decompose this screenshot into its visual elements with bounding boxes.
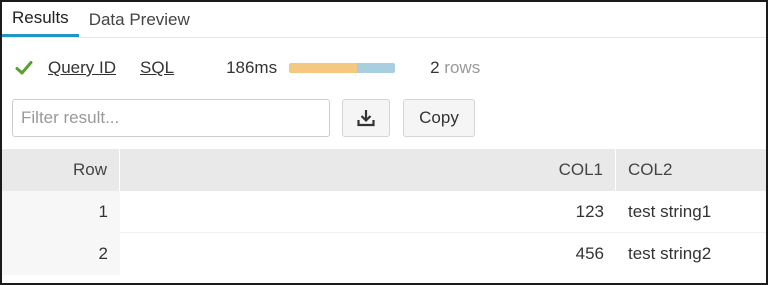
- col1-cell: 456: [575, 244, 604, 263]
- query-status-row: Query ID SQL 186ms 2 rows: [14, 54, 754, 82]
- download-icon: [357, 110, 375, 127]
- filter-input[interactable]: [12, 99, 330, 137]
- query-id-link[interactable]: Query ID: [48, 58, 116, 78]
- table-row[interactable]: 2 456 test string2: [2, 233, 766, 275]
- col2-cell: test string1: [628, 201, 712, 221]
- tab-bar: Results Data Preview: [2, 2, 766, 38]
- column-header-col2[interactable]: COL2: [616, 149, 766, 191]
- row-count-number: 2: [430, 58, 440, 77]
- column-header-col1[interactable]: COL1: [120, 149, 616, 191]
- download-button[interactable]: [342, 99, 390, 137]
- tab-results[interactable]: Results: [2, 2, 79, 37]
- table-row[interactable]: 1 123 test string1: [2, 190, 766, 233]
- results-table: Row COL1 COL2 1 123 test string1 2 456 t…: [2, 149, 766, 275]
- timing-bar: [289, 63, 396, 73]
- table-header: Row COL1 COL2: [2, 149, 766, 191]
- tab-data-preview[interactable]: Data Preview: [79, 2, 200, 37]
- result-toolbar: Copy: [12, 98, 475, 138]
- row-number-cell: 2: [2, 233, 120, 275]
- timing-bar-segment-b: [357, 63, 396, 73]
- results-panel: Results Data Preview Query ID SQL 186ms …: [0, 0, 768, 285]
- col1-cell: 123: [575, 201, 604, 221]
- col2-cell: test string2: [628, 244, 712, 263]
- row-count-word: rows: [444, 58, 481, 77]
- row-number-cell: 1: [2, 190, 120, 233]
- sql-link[interactable]: SQL: [140, 58, 174, 78]
- query-duration: 186ms: [226, 58, 278, 77]
- row-count: 2 rows: [430, 58, 480, 78]
- column-header-row[interactable]: Row: [2, 149, 120, 191]
- timing-bar-segment-a: [289, 63, 358, 73]
- check-icon: [15, 61, 33, 75]
- copy-button[interactable]: Copy: [403, 99, 475, 137]
